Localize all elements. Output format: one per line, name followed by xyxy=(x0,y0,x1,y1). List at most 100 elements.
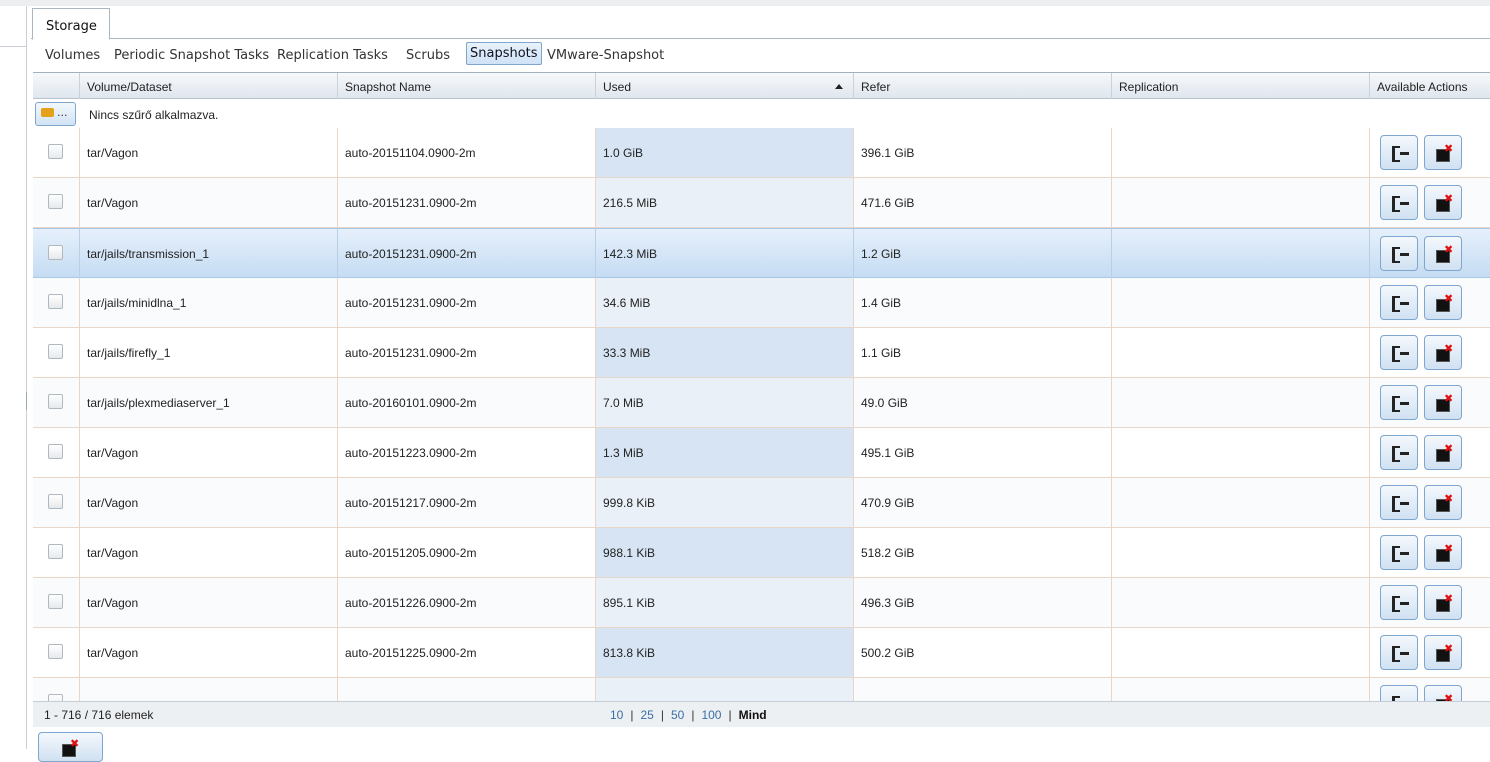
cell-used: 142.3 MiB xyxy=(596,229,854,279)
bulk-delete-button[interactable] xyxy=(38,732,103,762)
cell-replication xyxy=(1112,328,1370,378)
row-checkbox[interactable] xyxy=(48,344,63,359)
destroy-snapshot-button[interactable] xyxy=(1424,435,1462,470)
delete-icon xyxy=(1436,192,1453,212)
clone-snapshot-button[interactable] xyxy=(1380,635,1418,670)
grid-header: Volume/Dataset Snapshot Name Used Refer … xyxy=(33,73,1490,99)
cell-snapshot-name: auto-20151231.0900-2m xyxy=(338,229,596,279)
cell-snapshot-name: auto-20151205.0900-2m xyxy=(338,528,596,578)
header-refer[interactable]: Refer xyxy=(854,73,1112,99)
page-size-50[interactable]: 50 xyxy=(671,708,684,722)
table-row[interactable]: tar/Vagon auto-20151217.0900-2m 999.8 KiB 4… xyxy=(33,478,1490,528)
clone-icon xyxy=(1392,196,1410,212)
subnav-periodic-snapshot-tasks[interactable]: Periodic Snapshot Tasks xyxy=(114,48,269,63)
row-checkbox[interactable] xyxy=(48,194,63,209)
table-row[interactable]: tar/Vagon auto-20151231.0900-2m 216.5 MiB 4… xyxy=(33,178,1490,228)
destroy-snapshot-button[interactable] xyxy=(1424,185,1462,220)
clone-snapshot-button[interactable] xyxy=(1380,236,1418,271)
row-checkbox[interactable] xyxy=(48,294,63,309)
clone-snapshot-button[interactable] xyxy=(1380,335,1418,370)
cell-volume: tar/Vagon xyxy=(80,528,338,578)
cell-used: 33.3 MiB xyxy=(596,328,854,378)
row-checkbox[interactable] xyxy=(48,444,63,459)
destroy-snapshot-button[interactable] xyxy=(1424,535,1462,570)
filter-button[interactable]: ... xyxy=(35,102,76,126)
destroy-snapshot-button[interactable] xyxy=(1424,635,1462,670)
clone-icon xyxy=(1392,346,1410,362)
clone-icon xyxy=(1392,146,1410,162)
row-checkbox[interactable] xyxy=(48,594,63,609)
destroy-snapshot-button[interactable] xyxy=(1424,585,1462,620)
cell-actions xyxy=(1370,428,1490,478)
clone-icon xyxy=(1392,596,1410,612)
destroy-snapshot-button[interactable] xyxy=(1424,135,1462,170)
cell-select xyxy=(33,628,80,678)
delete-icon xyxy=(1436,392,1453,412)
clone-snapshot-button[interactable] xyxy=(1380,285,1418,320)
subnav-volumes[interactable]: Volumes xyxy=(45,48,100,63)
table-row[interactable]: tar/Vagon auto-20151225.0900-2m 813.8 KiB 5… xyxy=(33,628,1490,678)
table-row[interactable]: tar/Vagon auto-20151226.0900-2m 895.1 KiB 4… xyxy=(33,578,1490,628)
page-size-10[interactable]: 10 xyxy=(610,708,623,722)
row-checkbox[interactable] xyxy=(48,644,63,659)
subnav-vmware-snapshot[interactable]: VMware-Snapshot xyxy=(547,48,664,63)
page-size-25[interactable]: 25 xyxy=(640,708,653,722)
header-select xyxy=(33,73,80,99)
header-volume[interactable]: Volume/Dataset xyxy=(80,73,338,99)
table-row[interactable]: tar/jails/firefly_1 auto-20151231.0900-2m… xyxy=(33,328,1490,378)
cell-volume: tar/Vagon xyxy=(80,128,338,178)
table-row[interactable]: tar/Vagon auto-20151104.0900-2m 1.0 GiB 396… xyxy=(33,128,1490,178)
clone-snapshot-button[interactable] xyxy=(1380,485,1418,520)
cell-volume: tar/jails/transmission_1 xyxy=(80,229,338,279)
cell-snapshot-name: auto-20151217.0900-2m xyxy=(338,478,596,528)
table-row[interactable]: tar/jails/plexmediaserver_1 auto-20160101… xyxy=(33,378,1490,428)
cell-replication xyxy=(1112,628,1370,678)
cell-actions xyxy=(1370,128,1490,178)
clone-snapshot-button[interactable] xyxy=(1380,585,1418,620)
pane-splitter[interactable] xyxy=(26,392,29,410)
subnav-scrubs[interactable]: Scrubs xyxy=(406,48,450,63)
header-snapshot[interactable]: Snapshot Name xyxy=(338,73,596,99)
clone-snapshot-button[interactable] xyxy=(1380,385,1418,420)
cell-select xyxy=(33,578,80,628)
cell-snapshot-name: auto-20151226.0900-2m xyxy=(338,578,596,628)
clone-icon xyxy=(1392,446,1410,462)
subnav-snapshots[interactable]: Snapshots xyxy=(466,42,542,65)
table-row[interactable]: tar/Vagon auto-20151205.0900-2m 988.1 KiB 5… xyxy=(33,528,1490,578)
cell-select xyxy=(33,278,80,328)
row-checkbox[interactable] xyxy=(48,544,63,559)
cell-refer: 496.3 GiB xyxy=(854,578,1112,628)
cell-refer: 1.2 GiB xyxy=(854,229,1112,279)
table-row[interactable]: tar/Vagon auto-20151223.0900-2m 1.3 MiB 495… xyxy=(33,428,1490,478)
cell-used: 988.1 KiB xyxy=(596,528,854,578)
row-checkbox[interactable] xyxy=(48,245,63,260)
row-checkbox[interactable] xyxy=(48,394,63,409)
page-size-100[interactable]: 100 xyxy=(701,708,721,722)
clone-snapshot-button[interactable] xyxy=(1380,435,1418,470)
row-checkbox[interactable] xyxy=(48,494,63,509)
clone-snapshot-button[interactable] xyxy=(1380,535,1418,570)
destroy-snapshot-button[interactable] xyxy=(1424,385,1462,420)
storage-panel: Storage Volumes Periodic Snapshot Tasks … xyxy=(31,6,1490,762)
destroy-snapshot-button[interactable] xyxy=(1424,285,1462,320)
table-row[interactable]: tar/jails/minidlna_1 auto-20151231.0900-2… xyxy=(33,278,1490,328)
tab-bar: Storage xyxy=(31,6,1490,40)
destroy-snapshot-button[interactable] xyxy=(1424,236,1462,271)
cell-volume: tar/Vagon xyxy=(80,628,338,678)
cell-actions xyxy=(1370,278,1490,328)
clone-snapshot-button[interactable] xyxy=(1380,185,1418,220)
page-size-all[interactable]: Mind xyxy=(739,708,767,722)
destroy-snapshot-button[interactable] xyxy=(1424,335,1462,370)
delete-icon xyxy=(1436,243,1453,263)
header-used[interactable]: Used xyxy=(596,73,854,99)
header-replication[interactable]: Replication xyxy=(1112,73,1370,99)
cell-refer: 500.2 GiB xyxy=(854,628,1112,678)
cell-used: 1.0 GiB xyxy=(596,128,854,178)
row-checkbox[interactable] xyxy=(48,144,63,159)
destroy-snapshot-button[interactable] xyxy=(1424,485,1462,520)
subnav-replication-tasks[interactable]: Replication Tasks xyxy=(277,48,388,63)
tab-storage[interactable]: Storage xyxy=(32,8,110,40)
table-row[interactable]: tar/jails/transmission_1 auto-20151231.09… xyxy=(33,228,1490,279)
clone-snapshot-button[interactable] xyxy=(1380,135,1418,170)
cell-replication xyxy=(1112,478,1370,528)
